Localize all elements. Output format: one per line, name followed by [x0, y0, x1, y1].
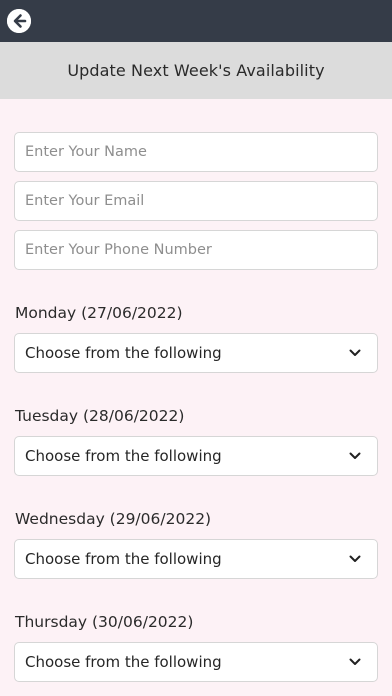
chevron-down-icon [349, 452, 361, 459]
monday-label: Monday (27/06/2022) [15, 304, 183, 322]
phone-input[interactable] [14, 230, 378, 270]
thursday-select[interactable]: Choose from the following [14, 642, 378, 682]
wednesday-select-value: Choose from the following [25, 550, 222, 568]
back-button[interactable] [7, 9, 31, 33]
thursday-select-value: Choose from the following [25, 653, 222, 671]
thursday-label: Thursday (30/06/2022) [15, 613, 194, 631]
chevron-down-icon [349, 349, 361, 356]
monday-select-value: Choose from the following [25, 344, 222, 362]
email-input[interactable] [14, 181, 378, 221]
page-title: Update Next Week's Availability [0, 42, 392, 99]
chevron-down-icon [349, 658, 361, 665]
monday-select[interactable]: Choose from the following [14, 333, 378, 373]
top-app-bar [0, 0, 392, 42]
name-input[interactable] [14, 132, 378, 172]
tuesday-select-value: Choose from the following [25, 447, 222, 465]
arrow-left-circle-icon [7, 9, 31, 33]
tuesday-label: Tuesday (28/06/2022) [15, 407, 185, 425]
availability-form: Monday (27/06/2022) Choose from the foll… [0, 99, 392, 696]
tuesday-select[interactable]: Choose from the following [14, 436, 378, 476]
wednesday-select[interactable]: Choose from the following [14, 539, 378, 579]
chevron-down-icon [349, 555, 361, 562]
wednesday-label: Wednesday (29/06/2022) [15, 510, 212, 528]
